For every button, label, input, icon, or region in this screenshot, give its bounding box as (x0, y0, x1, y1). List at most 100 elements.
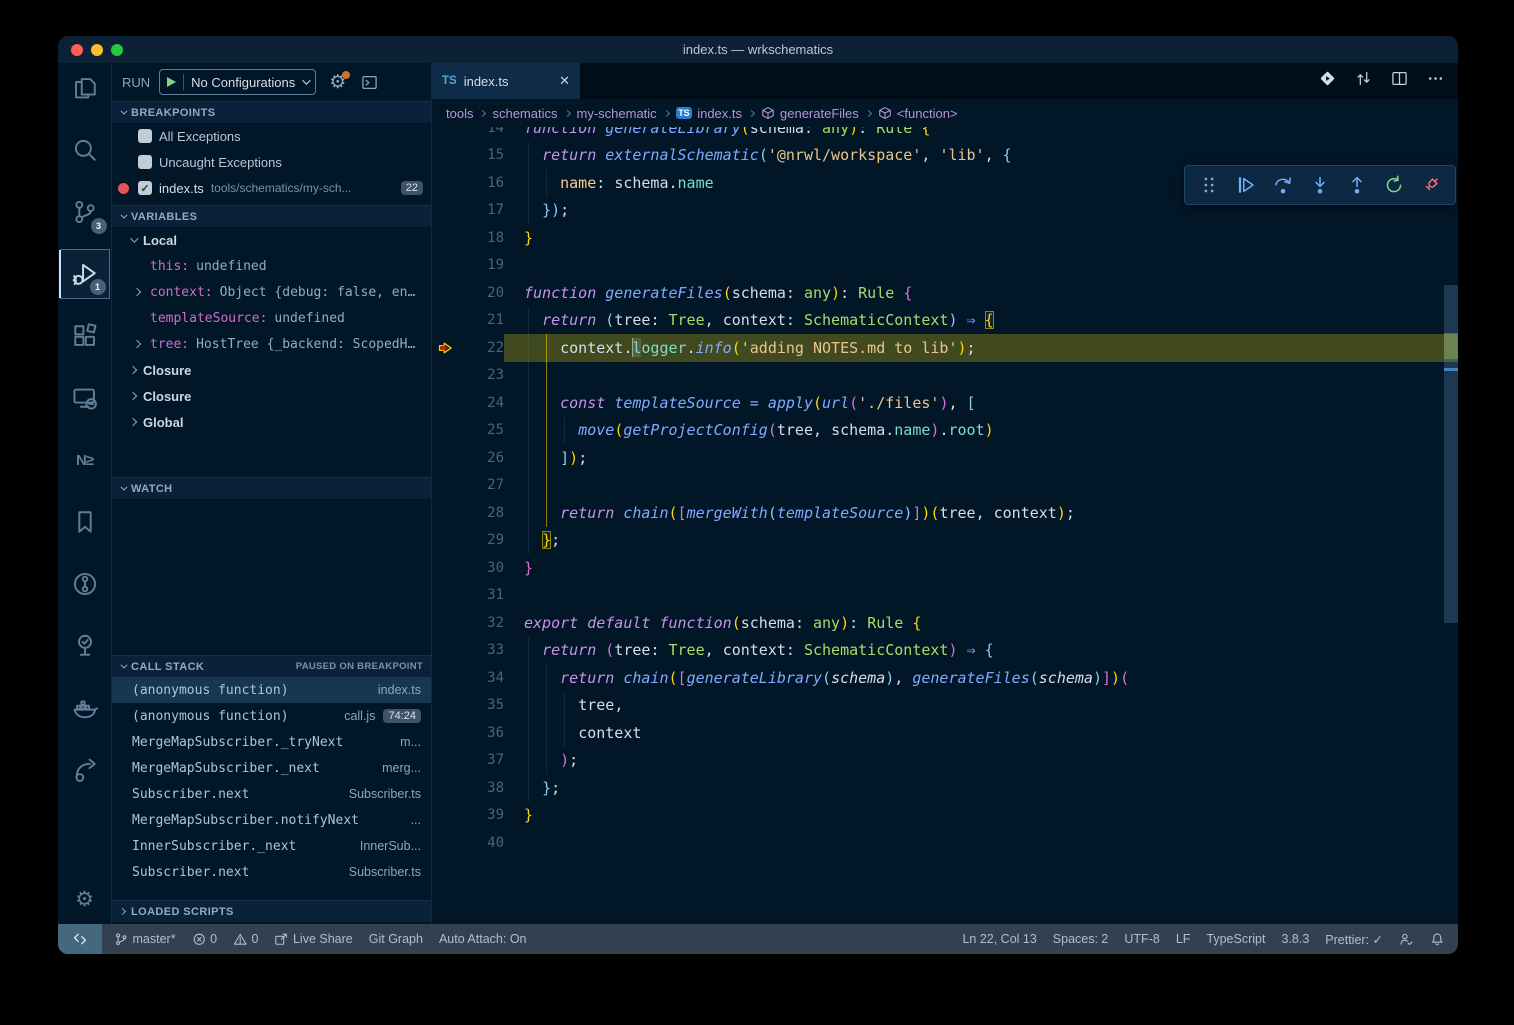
status-item-auto-attach-on[interactable]: Auto Attach: On (439, 932, 527, 946)
variable-scope-global[interactable]: Global (112, 409, 431, 435)
status-item-0[interactable]: 0 (192, 932, 217, 947)
compare-changes-button[interactable] (1355, 70, 1372, 92)
breakpoint-uncaught-exceptions[interactable]: Uncaught Exceptions (112, 149, 431, 175)
breakpoints-header[interactable]: BREAKPOINTS (112, 101, 431, 123)
code-editor[interactable]: 14function generateLibrary(schema: any):… (432, 127, 1458, 924)
status-item-ln-22-col-13[interactable]: Ln 22, Col 13 (962, 932, 1036, 946)
loaded-scripts-header[interactable]: LOADED SCRIPTS (112, 900, 431, 922)
configure-gear-button[interactable]: ⚙ (329, 73, 346, 92)
line-number[interactable]: 28 (456, 505, 504, 521)
line-number[interactable]: 36 (456, 725, 504, 741)
step-out-button[interactable] (1341, 169, 1373, 201)
breakpoint-index-ts[interactable]: ✓ index.ts tools/schematics/my-sch... 22 (112, 175, 431, 201)
step-into-button[interactable] (1304, 169, 1336, 201)
line-number[interactable]: 21 (456, 312, 504, 328)
code-text[interactable]: } (504, 224, 1458, 252)
code-text[interactable]: return (tree: Tree, context: SchematicCo… (504, 307, 1458, 335)
activity-item-search[interactable] (60, 125, 110, 175)
code-text[interactable]: ); (504, 747, 1458, 775)
variable-scope-closure[interactable]: Closure (112, 357, 431, 383)
remote-indicator[interactable] (58, 924, 102, 954)
line-number[interactable]: 33 (456, 642, 504, 658)
breadcrumb-item[interactable]: schematics (492, 106, 557, 121)
watch-header[interactable]: WATCH (112, 477, 431, 499)
step-over-button[interactable] (1267, 169, 1299, 201)
code-text[interactable]: } (504, 802, 1458, 830)
status-item-utf-8[interactable]: UTF-8 (1124, 932, 1159, 946)
variable-row[interactable]: this:undefined (112, 253, 431, 279)
activity-item-bookmarks[interactable] (60, 497, 110, 547)
more-actions-button[interactable] (1427, 70, 1444, 92)
call-stack-frame[interactable]: MergeMapSubscriber._tryNextm... (112, 729, 431, 755)
code-text[interactable]: context (504, 719, 1458, 747)
activity-item-docker[interactable] (60, 683, 110, 733)
code-text[interactable]: return chain([mergeWith(templateSource)]… (504, 499, 1458, 527)
breakpoint-all-exceptions[interactable]: All Exceptions (112, 123, 431, 149)
code-text[interactable] (504, 829, 1458, 857)
code-text[interactable] (504, 472, 1458, 500)
code-text[interactable]: return chain([generateLibrary(schema), g… (504, 664, 1458, 692)
status-item-0[interactable]: 0 (233, 932, 258, 947)
breadcrumb-item[interactable]: TSindex.ts (676, 106, 742, 121)
code-text[interactable]: tree, (504, 692, 1458, 720)
line-number[interactable]: 26 (456, 450, 504, 466)
split-editor-button[interactable] (1391, 70, 1408, 92)
activity-item-extensions[interactable] (60, 311, 110, 361)
call-stack-frame[interactable]: MergeMapSubscriber._nextmerg... (112, 755, 431, 781)
activity-item-remote-explorer[interactable] (60, 373, 110, 423)
line-number[interactable]: 20 (456, 285, 504, 301)
status-item-live-share[interactable]: Live Share (274, 932, 352, 947)
line-number[interactable]: 18 (456, 230, 504, 246)
code-text[interactable]: ]); (504, 444, 1458, 472)
line-number[interactable]: 19 (456, 257, 504, 273)
variables-header[interactable]: VARIABLES (112, 205, 431, 227)
code-text[interactable] (504, 252, 1458, 280)
line-number[interactable]: 40 (456, 835, 504, 851)
status-item-git-graph[interactable]: Git Graph (369, 932, 423, 946)
code-text[interactable] (504, 362, 1458, 390)
status-item-typescript[interactable]: TypeScript (1206, 932, 1265, 946)
line-number[interactable]: 16 (456, 175, 504, 191)
activity-item-settings[interactable]: ⚙ (60, 874, 110, 924)
launch-configuration-dropdown[interactable]: No Configurations (159, 69, 316, 95)
variable-scope-local[interactable]: Local (112, 227, 431, 253)
line-number[interactable]: 17 (456, 202, 504, 218)
status-item-master-[interactable]: master* (114, 932, 176, 947)
checkbox-unchecked[interactable] (138, 155, 152, 169)
line-number[interactable]: 30 (456, 560, 504, 576)
checkbox-unchecked[interactable] (138, 129, 152, 143)
code-text[interactable]: }; (504, 774, 1458, 802)
code-text[interactable]: function generateLibrary(schema: any): R… (504, 127, 1458, 142)
call-stack-frame[interactable]: MergeMapSubscriber.notifyNext... (112, 807, 431, 833)
code-text[interactable]: }; (504, 527, 1458, 555)
variable-row[interactable]: templateSource:undefined (112, 305, 431, 331)
disconnect-button[interactable] (1415, 169, 1447, 201)
debug-console-button[interactable] (361, 74, 378, 91)
line-number[interactable]: 31 (456, 587, 504, 603)
line-number[interactable]: 25 (456, 422, 504, 438)
call-stack-frame[interactable]: Subscriber.nextSubscriber.ts (112, 859, 431, 885)
code-text[interactable]: export default function(schema: any): Ru… (504, 609, 1458, 637)
status-item-lf[interactable]: LF (1176, 932, 1191, 946)
breadcrumb-item[interactable]: my-schematic (577, 106, 657, 121)
status-item-spaces-2[interactable]: Spaces: 2 (1053, 932, 1109, 946)
line-number[interactable]: 24 (456, 395, 504, 411)
breadcrumb-item[interactable]: tools (446, 106, 473, 121)
line-number[interactable]: 32 (456, 615, 504, 631)
line-number[interactable]: 22 (456, 340, 504, 356)
line-number[interactable]: 37 (456, 752, 504, 768)
call-stack-frame[interactable]: InnerSubscriber._nextInnerSub... (112, 833, 431, 859)
scrollbar-slider[interactable] (1444, 285, 1458, 623)
activity-item-test-explorer[interactable] (60, 621, 110, 671)
open-changes-button[interactable] (1319, 70, 1336, 92)
call-stack-frame[interactable]: Subscriber.nextSubscriber.ts (112, 781, 431, 807)
line-number[interactable]: 38 (456, 780, 504, 796)
call-stack-header[interactable]: CALL STACK PAUSED ON BREAKPOINT (112, 655, 431, 677)
status-item-3-8-3[interactable]: 3.8.3 (1281, 932, 1309, 946)
line-number[interactable]: 29 (456, 532, 504, 548)
line-number[interactable]: 27 (456, 477, 504, 493)
breakpoint-gutter[interactable] (432, 340, 456, 356)
breadcrumb-item[interactable]: generateFiles (761, 106, 859, 121)
code-text[interactable]: move(getProjectConfig(tree, schema.name)… (504, 417, 1458, 445)
call-stack-frame[interactable]: (anonymous function)call.js74:24 (112, 703, 431, 729)
